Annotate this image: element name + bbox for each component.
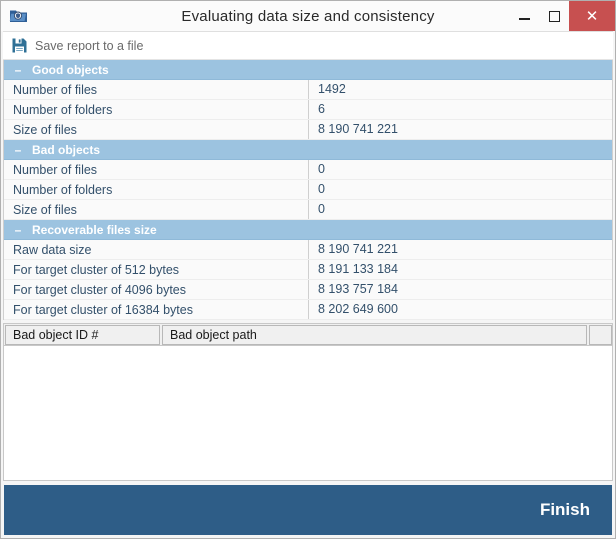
- finish-button[interactable]: Finish: [510, 500, 612, 520]
- row-value: 1492: [308, 80, 612, 99]
- table-row: Number of files 1492: [4, 80, 612, 100]
- grid-body[interactable]: [4, 346, 612, 480]
- grid-header-row: Bad object ID # Bad object path: [4, 324, 612, 346]
- save-report-label: Save report to a file: [35, 38, 144, 53]
- title-bar: Evaluating data size and consistency ✕: [1, 1, 615, 31]
- row-value: 8 191 133 184: [308, 260, 612, 279]
- section-title: Good objects: [32, 62, 109, 77]
- application-window: Evaluating data size and consistency ✕ S…: [0, 0, 616, 539]
- table-row: Size of files 8 190 741 221: [4, 120, 612, 140]
- column-header-bad-object-id[interactable]: Bad object ID #: [5, 325, 160, 345]
- column-header-filler: [589, 325, 612, 345]
- row-label: Raw data size: [13, 242, 92, 257]
- section-header-good-objects[interactable]: – Good objects: [4, 60, 612, 80]
- minimize-icon: [518, 18, 530, 20]
- footer-bar: Finish: [4, 485, 612, 535]
- collapse-toggle-icon[interactable]: –: [14, 144, 22, 156]
- row-value: 8 190 741 221: [308, 240, 612, 259]
- maximize-icon: [548, 10, 560, 22]
- collapse-toggle-icon[interactable]: –: [14, 224, 22, 236]
- table-row: Number of folders 0: [4, 180, 612, 200]
- folder-shield-icon: [8, 5, 30, 27]
- maximize-button[interactable]: [539, 1, 569, 31]
- section-title: Recoverable files size: [32, 222, 157, 237]
- collapse-toggle-icon[interactable]: –: [14, 64, 22, 76]
- close-icon: ✕: [585, 7, 599, 25]
- row-value: 0: [308, 180, 612, 199]
- row-label: Number of folders: [13, 182, 113, 197]
- window-controls: ✕: [509, 1, 615, 31]
- table-row: For target cluster of 512 bytes 8 191 13…: [4, 260, 612, 280]
- row-value: 0: [308, 160, 612, 179]
- save-report-button[interactable]: Save report to a file: [3, 33, 151, 58]
- table-row: For target cluster of 4096 bytes 8 193 7…: [4, 280, 612, 300]
- row-label: For target cluster of 4096 bytes: [13, 282, 187, 297]
- section-header-recoverable-files-size[interactable]: – Recoverable files size: [4, 220, 612, 240]
- row-label: Size of files: [13, 202, 77, 217]
- table-row: For target cluster of 16384 bytes 8 202 …: [4, 300, 612, 320]
- section-title: Bad objects: [32, 142, 101, 157]
- row-label: For target cluster of 512 bytes: [13, 262, 180, 277]
- row-label: Size of files: [13, 122, 77, 137]
- row-label: Number of files: [13, 162, 98, 177]
- section-header-bad-objects[interactable]: – Bad objects: [4, 140, 612, 160]
- row-value: 8 190 741 221: [308, 120, 612, 139]
- table-row: Number of folders 6: [4, 100, 612, 120]
- table-row: Number of files 0: [4, 160, 612, 180]
- row-value: 0: [308, 200, 612, 219]
- row-value: 8 202 649 600: [308, 300, 612, 319]
- row-label: Number of folders: [13, 102, 113, 117]
- bad-objects-grid: Bad object ID # Bad object path: [3, 323, 613, 481]
- column-header-bad-object-path[interactable]: Bad object path: [162, 325, 587, 345]
- minimize-button[interactable]: [509, 1, 539, 31]
- row-label: For target cluster of 16384 bytes: [13, 302, 193, 317]
- row-value: 6: [308, 100, 612, 119]
- toolbar: Save report to a file: [3, 31, 613, 60]
- table-row: Raw data size 8 190 741 221: [4, 240, 612, 260]
- close-button[interactable]: ✕: [569, 1, 615, 31]
- row-label: Number of files: [13, 82, 98, 97]
- summary-panel: – Good objects Number of files 1492 Numb…: [3, 60, 613, 320]
- floppy-disk-icon: [12, 38, 27, 53]
- table-row: Size of files 0: [4, 200, 612, 220]
- row-value: 8 193 757 184: [308, 280, 612, 299]
